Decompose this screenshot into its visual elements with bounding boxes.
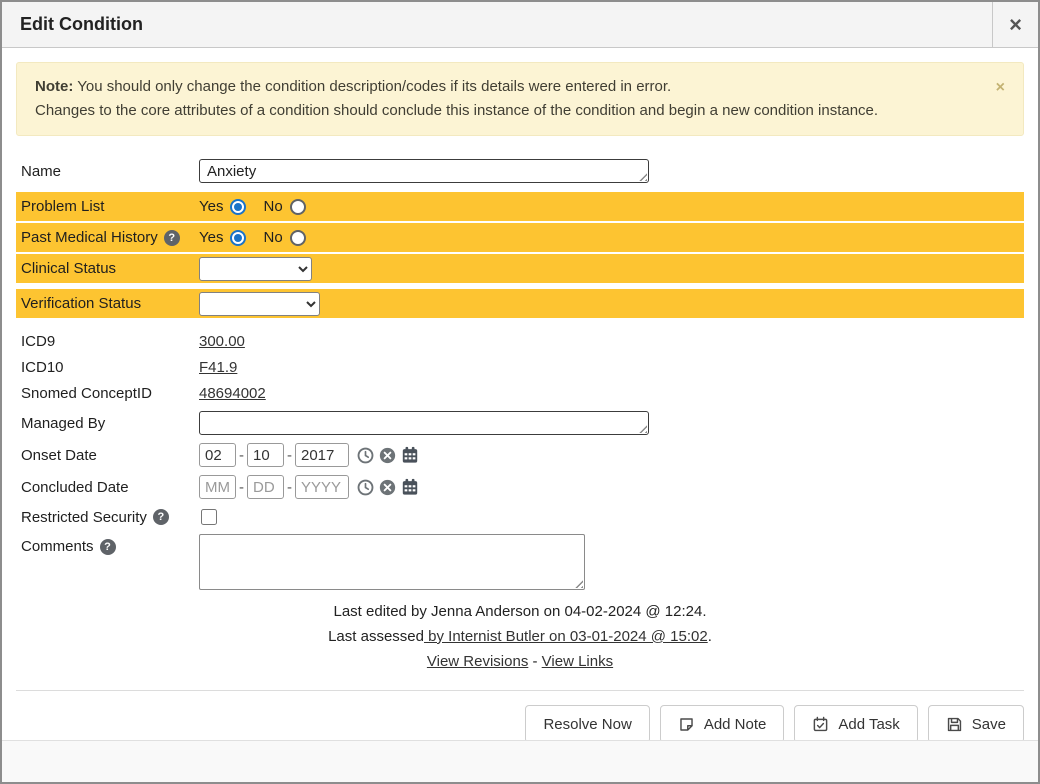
add-note-button[interactable]: Add Note: [660, 705, 785, 743]
clinical-status-label: Clinical Status: [21, 260, 199, 277]
edit-condition-form: Name Problem List Yes No Past Medical Hi…: [16, 156, 1024, 674]
concluded-date-label: Concluded Date: [21, 479, 199, 496]
last-assessed-link[interactable]: by Internist Butler on 03-01-2024 @ 15:0…: [424, 628, 708, 645]
past-medical-history-radio-group: Yes No: [199, 229, 306, 246]
clinical-status-select[interactable]: [199, 257, 312, 281]
note-text: Note: You should only change the conditi…: [35, 75, 992, 123]
note-dismiss-icon[interactable]: ×: [992, 75, 1009, 101]
date-separator: -: [239, 447, 244, 464]
restricted-security-label: Restricted Security ?: [21, 509, 199, 526]
view-links-line: View Revisions - View Links: [16, 650, 1024, 675]
edit-condition-modal: Edit Condition × Note: You should only c…: [0, 0, 1040, 784]
snomed-label: Snomed ConceptID: [21, 385, 199, 402]
name-label: Name: [21, 163, 199, 180]
add-task-button[interactable]: Add Task: [794, 705, 917, 743]
verification-status-row: Verification Status: [16, 289, 1024, 318]
icd10-row: ICD10 F41.9: [16, 354, 1024, 380]
clock-icon[interactable]: [357, 479, 374, 496]
icd9-row: ICD9 300.00: [16, 328, 1024, 354]
view-revisions-link[interactable]: View Revisions: [427, 653, 528, 670]
comments-label: Comments ?: [21, 538, 199, 555]
modal-title: Edit Condition: [2, 14, 992, 35]
close-icon[interactable]: ×: [992, 2, 1038, 48]
name-row: Name: [16, 156, 1024, 186]
onset-date-label: Onset Date: [21, 447, 199, 464]
note-prefix: Note:: [35, 78, 73, 95]
problem-list-yes-radio[interactable]: [230, 199, 246, 215]
date-separator: -: [287, 447, 292, 464]
view-links-link[interactable]: View Links: [542, 653, 613, 670]
snomed-row: Snomed ConceptID 48694002: [16, 380, 1024, 406]
clear-date-icon[interactable]: [379, 479, 396, 496]
problem-list-row: Problem List Yes No: [16, 192, 1024, 221]
action-buttons: Resolve Now Add Note Add Task Save: [16, 705, 1024, 743]
help-icon[interactable]: ?: [100, 539, 116, 555]
icd9-code-link[interactable]: 300.00: [199, 333, 245, 350]
onset-year-input[interactable]: [295, 443, 349, 467]
modal-footer-strip: [2, 740, 1038, 782]
restricted-security-checkbox[interactable]: [201, 509, 217, 525]
managed-by-input[interactable]: [199, 411, 649, 435]
icd10-label: ICD10: [21, 359, 199, 376]
task-calendar-icon: [812, 716, 829, 733]
restricted-security-row: Restricted Security ?: [16, 504, 1024, 530]
last-assessed-text: Last assessed by Internist Butler on 03-…: [16, 625, 1024, 650]
save-button[interactable]: Save: [928, 705, 1024, 743]
calendar-icon[interactable]: [401, 478, 419, 496]
clinical-status-row: Clinical Status: [16, 254, 1024, 283]
onset-day-input[interactable]: [247, 443, 284, 467]
last-edited-text: Last edited by Jenna Anderson on 04-02-2…: [16, 600, 1024, 625]
problem-list-no-radio[interactable]: [290, 199, 306, 215]
note-line2: Changes to the core attributes of a cond…: [35, 99, 992, 123]
comments-row: Comments ?: [16, 534, 1024, 590]
past-medical-history-label: Past Medical History ?: [21, 229, 199, 246]
comments-textarea[interactable]: [199, 534, 585, 590]
problem-list-radio-group: Yes No: [199, 198, 306, 215]
concluded-date-row: Concluded Date - -: [16, 472, 1024, 502]
footer-divider: [16, 690, 1024, 691]
past-medical-history-yes-radio[interactable]: [230, 230, 246, 246]
links-separator: -: [533, 653, 538, 670]
past-medical-history-row: Past Medical History ? Yes No: [16, 223, 1024, 252]
icd9-label: ICD9: [21, 333, 199, 350]
concluded-year-input[interactable]: [295, 475, 349, 499]
onset-month-input[interactable]: [199, 443, 236, 467]
concluded-day-input[interactable]: [247, 475, 284, 499]
icd10-code-link[interactable]: F41.9: [199, 359, 237, 376]
modal-header: Edit Condition ×: [2, 2, 1038, 48]
onset-date-row: Onset Date - -: [16, 440, 1024, 470]
managed-by-label: Managed By: [21, 415, 199, 432]
help-icon[interactable]: ?: [153, 509, 169, 525]
clear-date-icon[interactable]: [379, 447, 396, 464]
note-icon: [678, 716, 695, 733]
concluded-month-input[interactable]: [199, 475, 236, 499]
past-medical-history-yes-label: Yes: [199, 229, 223, 246]
verification-status-select[interactable]: [199, 292, 320, 316]
managed-by-row: Managed By: [16, 408, 1024, 438]
clock-icon[interactable]: [357, 447, 374, 464]
snomed-code-link[interactable]: 48694002: [199, 385, 266, 402]
verification-status-label: Verification Status: [21, 295, 199, 312]
problem-list-no-label: No: [263, 198, 282, 215]
past-medical-history-no-label: No: [263, 229, 282, 246]
problem-list-label: Problem List: [21, 198, 199, 215]
date-separator: -: [239, 479, 244, 496]
save-icon: [946, 716, 963, 733]
audit-info: Last edited by Jenna Anderson on 04-02-2…: [16, 600, 1024, 674]
note-line1: You should only change the condition des…: [73, 78, 671, 95]
note-banner: Note: You should only change the conditi…: [16, 62, 1024, 136]
problem-list-yes-label: Yes: [199, 198, 223, 215]
name-input[interactable]: [199, 159, 649, 183]
date-separator: -: [287, 479, 292, 496]
past-medical-history-no-radio[interactable]: [290, 230, 306, 246]
calendar-icon[interactable]: [401, 446, 419, 464]
resolve-now-button[interactable]: Resolve Now: [525, 705, 649, 743]
help-icon[interactable]: ?: [164, 230, 180, 246]
